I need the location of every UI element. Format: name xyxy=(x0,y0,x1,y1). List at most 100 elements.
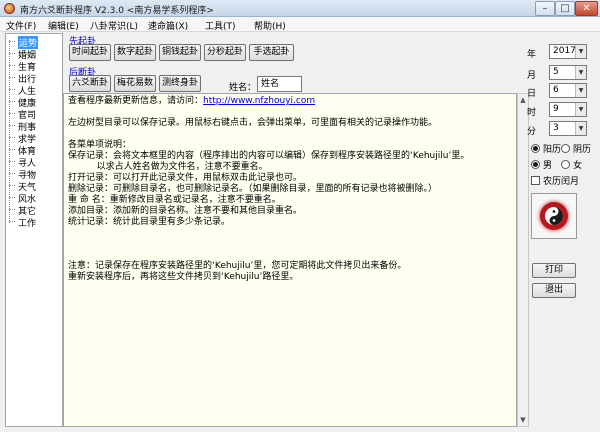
hour-label: 时 xyxy=(527,108,537,118)
tree-item-qita[interactable]: 其它 xyxy=(9,204,36,217)
update-info-text: 查看程序最新更新信息，请访问： xyxy=(68,96,204,106)
arrow-down-icon[interactable]: ▼ xyxy=(518,414,528,426)
maximize-button[interactable]: □ xyxy=(555,1,575,16)
tree-item-tiyu[interactable]: 体育 xyxy=(9,144,36,157)
solar-label: 阳历 xyxy=(543,145,562,155)
leap-month-label: 农历闰月 xyxy=(543,177,580,187)
male-label: 男 xyxy=(543,161,553,171)
tree-item-chuxing[interactable]: 出行 xyxy=(9,72,36,85)
text-line xyxy=(68,228,514,239)
tree-item-hunyin[interactable]: 婚姻 xyxy=(9,48,36,61)
text-line xyxy=(68,239,514,250)
menu-bar: 文件(F) 编辑(E) 八卦常识(L) 速命篇(X) 工具(T) 帮助(H) xyxy=(0,17,600,32)
taiji-icon xyxy=(540,202,568,230)
radio-dot xyxy=(561,144,570,153)
tree-item-label: 工作 xyxy=(18,218,37,229)
text-line: 左边树型目录可以保存记录。用鼠标右键点击，会弹出菜单，可里面有相关的记录操作功能… xyxy=(68,118,438,128)
tree-item-jiankang[interactable]: 健康 xyxy=(9,96,36,109)
radio-dot xyxy=(561,160,570,169)
coin-divination-button[interactable]: 铜钱起卦 xyxy=(159,44,201,61)
taiji-icon xyxy=(4,3,15,14)
text-line: 注意：记录保存在程序安装路径里的‘Kehujilu’里，您可定期将此文件拷贝出来… xyxy=(68,261,407,271)
text-line: 保存记录：会将文本框里的内容（程序排出的内容可以编辑）保存到程序安装路径里的‘K… xyxy=(68,151,470,161)
record-tree[interactable]: 运势 婚姻 生育 出行 人生 健康 官司 刑事 求学 体育 寻人 寻物 天气 风… xyxy=(5,33,63,427)
tree-item-fengshui[interactable]: 风水 xyxy=(9,192,36,205)
day-value: 6 xyxy=(553,85,559,95)
name-label: 姓名： xyxy=(229,83,257,93)
chevron-down-icon[interactable]: ▼ xyxy=(575,84,586,97)
text-line: 打开记录：可以打开此记录文件，用鼠标双击此记录也可。 xyxy=(68,173,303,183)
menu-help[interactable]: 帮助(H) xyxy=(254,19,286,32)
text-line: 添加目录：添加新的目录名称。注意不要和其他目录重名。 xyxy=(68,206,303,216)
title-bar: 南方六爻断卦程序 V2.3.0 <南方易学系列程序> – □ ✕ xyxy=(0,0,600,17)
tree-item-rensheng[interactable]: 人生 xyxy=(9,84,36,97)
window-title: 南方六爻断卦程序 V2.3.0 <南方易学系列程序> xyxy=(20,6,214,16)
text-line: 重 命 名：重新修改目录名或记录名，注意不要重名。 xyxy=(68,195,281,205)
tree-item-tianqi[interactable]: 天气 xyxy=(9,180,36,193)
tree-item-qiuxue[interactable]: 求学 xyxy=(9,132,36,145)
time-divination-button[interactable]: 时间起卦 xyxy=(69,44,111,61)
minute-select[interactable]: 3 ▼ xyxy=(549,121,587,136)
text-line: 删除记录：可删除目录名，也可删除记录名。（如果删除目录，里面的所有记录也将被删除… xyxy=(68,184,438,194)
hour-value: 9 xyxy=(553,104,559,114)
website-link[interactable]: http://www.nfzhouyi.com xyxy=(203,96,315,106)
lunar-label: 阴历 xyxy=(573,145,592,155)
result-text-area[interactable]: 查看程序最新更新信息，请访问：http://www.nfzhouyi.com 左… xyxy=(63,93,517,427)
text-line: 查看程序最新更新信息，请访问：http://www.nfzhouyi.com xyxy=(68,96,514,107)
solar-calendar-radio[interactable]: 阳历 xyxy=(531,142,561,155)
menu-suming[interactable]: 速命篇(X) xyxy=(148,19,188,32)
tree-item-gongzuo[interactable]: 工作 xyxy=(9,216,37,229)
number-divination-button[interactable]: 数字起卦 xyxy=(114,44,156,61)
year-select[interactable]: 2017 ▼ xyxy=(549,44,587,59)
minute-label: 分 xyxy=(527,127,537,137)
tree-item-guansi[interactable]: 官司 xyxy=(9,108,36,121)
tree-item-shengyu[interactable]: 生育 xyxy=(9,60,36,73)
print-button[interactable]: 打印 xyxy=(532,263,576,278)
tree-item-xunren[interactable]: 寻人 xyxy=(9,156,36,169)
month-label: 月 xyxy=(527,71,537,81)
day-select[interactable]: 6 ▼ xyxy=(549,83,587,98)
lunar-calendar-radio[interactable]: 阴历 xyxy=(561,142,591,155)
radio-dot xyxy=(531,160,540,169)
year-label: 年 xyxy=(527,50,537,60)
tree-item-xunwu[interactable]: 寻物 xyxy=(9,168,36,181)
text-line xyxy=(68,250,514,261)
manual-divination-button[interactable]: 手选起卦 xyxy=(249,44,294,61)
tree-item-xingshi[interactable]: 刑事 xyxy=(9,120,36,133)
radio-dot xyxy=(531,144,540,153)
chevron-down-icon[interactable]: ▼ xyxy=(575,103,586,116)
text-line xyxy=(68,107,514,118)
day-label: 日 xyxy=(527,89,537,99)
text-line: 以求占人姓名做为文件名，注意不要重名。 xyxy=(68,162,268,172)
minute-value: 3 xyxy=(553,123,559,133)
text-line: 统计记录：统计此目录里有多少条记录。 xyxy=(68,217,231,227)
chevron-down-icon[interactable]: ▼ xyxy=(575,45,586,58)
female-label: 女 xyxy=(573,161,583,171)
meihua-yishu-button[interactable]: 梅花易数 xyxy=(114,75,156,92)
month-value: 5 xyxy=(553,67,559,77)
liuyao-analysis-button[interactable]: 六爻断卦 xyxy=(69,75,111,92)
menu-bagua[interactable]: 八卦常识(L) xyxy=(90,19,138,32)
close-button[interactable]: ✕ xyxy=(575,1,598,16)
text-line: 各菜单项说明： xyxy=(68,140,132,150)
menu-tools[interactable]: 工具(T) xyxy=(205,19,236,32)
chevron-down-icon[interactable]: ▼ xyxy=(575,122,586,135)
minimize-button[interactable]: – xyxy=(535,1,555,16)
year-value: 2017 xyxy=(553,46,576,56)
female-radio[interactable]: 女 xyxy=(561,158,582,171)
lifetime-divination-button[interactable]: 测终身卦 xyxy=(159,75,201,92)
menu-file[interactable]: 文件(F) xyxy=(6,19,36,32)
tree-item-yunshi[interactable]: 运势 xyxy=(9,35,39,49)
name-input[interactable]: 姓名 xyxy=(257,76,302,92)
male-radio[interactable]: 男 xyxy=(531,158,552,171)
minute-second-divination-button[interactable]: 分秒起卦 xyxy=(204,44,246,61)
exit-button[interactable]: 退出 xyxy=(532,283,576,298)
vertical-scrollbar[interactable]: ▲ ▼ xyxy=(517,93,529,427)
taiji-image-frame xyxy=(531,193,577,239)
menu-edit[interactable]: 编辑(E) xyxy=(48,19,79,32)
chevron-down-icon[interactable]: ▼ xyxy=(575,66,586,79)
hour-select[interactable]: 9 ▼ xyxy=(549,102,587,117)
month-select[interactable]: 5 ▼ xyxy=(549,65,587,80)
check-box xyxy=(531,176,540,185)
leap-month-checkbox[interactable]: 农历闰月 xyxy=(531,174,579,187)
